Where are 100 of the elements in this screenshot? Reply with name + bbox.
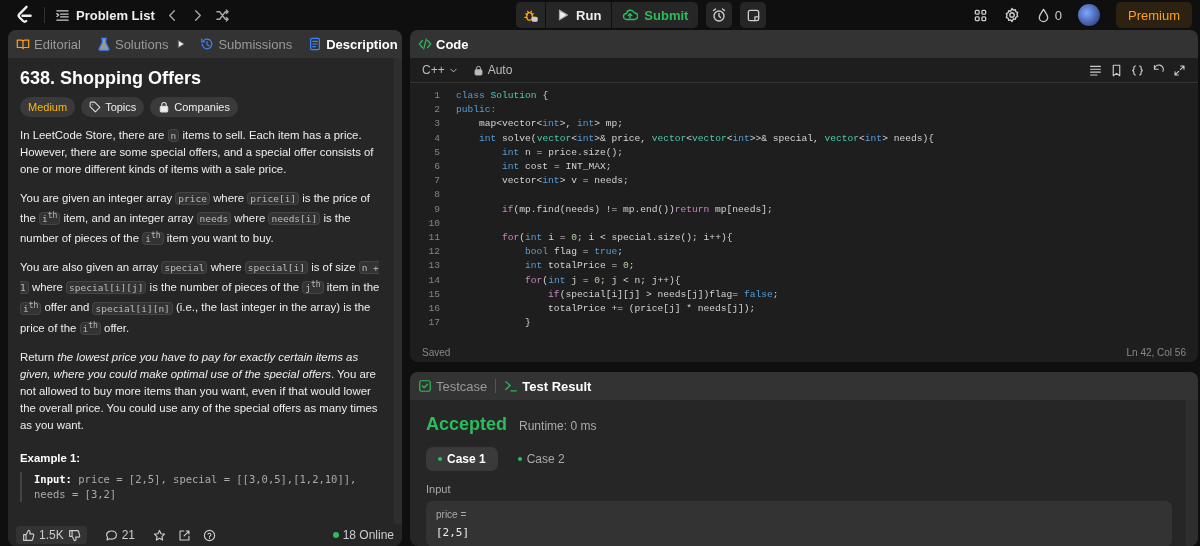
flask-icon bbox=[96, 37, 111, 51]
tab[interactable]: Editorial bbox=[14, 34, 83, 54]
line-number: 8 bbox=[433, 188, 440, 203]
case-tab[interactable]: Case 2 bbox=[505, 447, 577, 471]
line-number: 13 bbox=[427, 259, 440, 274]
history-icon bbox=[200, 37, 215, 51]
problem-title: 638. Shopping Offers bbox=[20, 68, 203, 89]
terminal-icon bbox=[504, 379, 519, 393]
comment-icon[interactable] bbox=[104, 528, 118, 542]
premium-button[interactable]: Premium bbox=[1116, 2, 1192, 28]
input-label: Input bbox=[426, 483, 452, 495]
thumbs-down-icon[interactable] bbox=[67, 528, 81, 542]
code-line: int n = price.size(); bbox=[501, 145, 623, 160]
tab[interactable]: Solutions bbox=[94, 34, 171, 54]
debug-button[interactable] bbox=[516, 2, 546, 28]
line-number: 15 bbox=[427, 287, 440, 302]
code-line: for(int j = 0; j < n; j++){ bbox=[524, 273, 681, 288]
notes-button[interactable] bbox=[740, 2, 767, 28]
code-line: class Solution { bbox=[455, 89, 549, 103]
share-icon[interactable] bbox=[178, 528, 192, 542]
tab[interactable]: Testcase bbox=[416, 376, 490, 396]
bookmark-icon[interactable] bbox=[1110, 63, 1123, 77]
code-line: int cost = INT_MAX; bbox=[501, 160, 612, 174]
line-number: 10 bbox=[427, 216, 440, 231]
autocomplete-mode: Auto bbox=[487, 63, 513, 77]
settings-icon[interactable] bbox=[1003, 7, 1020, 23]
line-number: 9 bbox=[433, 202, 440, 217]
play-icon[interactable] bbox=[176, 39, 187, 49]
code-line: totalPrice += (price[j] * needs[j]); bbox=[547, 302, 756, 317]
line-number: 17 bbox=[427, 316, 440, 331]
description-paragraph: You are also given an array special where special[i] is of size n + 1 where special[i][j] is the number of pieces of the j$^{th}$ item in the i$^{th}$ offer and special[i][n] (i.e., the last integer in the array) is the price of the i$^{th}$ offer. bbox=[20, 260, 380, 337]
line-number: 6 bbox=[433, 160, 440, 174]
code-line: int solve(vector<int>& price, vector<vector<int>>& special, vector<int> needs){ bbox=[478, 131, 934, 146]
tab[interactable]: Test Result bbox=[502, 376, 594, 396]
format-icon[interactable] bbox=[1089, 63, 1102, 77]
braces-icon[interactable] bbox=[1131, 63, 1144, 77]
problem-list-link[interactable]: Problem List bbox=[55, 7, 155, 23]
description-paragraph: Return the lowest price you have to pay for exactly certain items as given, where you could make optimal use of the special offers. You are not allowed to buy more items than you want, even if that would lower the overall price. You could use any of the special offers as many times as you want. bbox=[20, 349, 379, 433]
tab[interactable]: Submissions bbox=[198, 34, 295, 54]
description-paragraph: In LeetCode Store, there are n items to sell. Each item has a price. However, there are some special offers, and a special offer consists of one or more different kinds of items with a sale price. bbox=[20, 128, 375, 177]
line-number: 2 bbox=[433, 103, 440, 118]
example-title: Example 1: bbox=[20, 451, 82, 464]
code-line: for(int i = 0; i < special.size(); i++){ bbox=[501, 231, 733, 246]
avatar[interactable] bbox=[1078, 4, 1100, 26]
code-line: int totalPrice = 0; bbox=[524, 259, 635, 274]
run-button[interactable]: Run bbox=[546, 2, 612, 28]
language-dropdown[interactable]: C++ bbox=[422, 63, 459, 77]
help-icon[interactable] bbox=[203, 528, 217, 542]
code-line: bool flag = true; bbox=[524, 245, 623, 260]
online-count: 18 Online bbox=[342, 528, 394, 542]
description-paragraph: You are given an integer array price where price[i] is the price of the i$^{th}$ item, and an integer array needs where needs[i] is the number of pieces of the i$^{th}$ item you want to buy. bbox=[20, 191, 371, 248]
submit-button[interactable]: Submit bbox=[612, 2, 699, 28]
note-icon bbox=[745, 7, 761, 23]
code-line: public: bbox=[455, 103, 497, 118]
line-number: 1 bbox=[433, 89, 440, 103]
book-icon bbox=[16, 37, 30, 51]
code-line: } bbox=[524, 316, 531, 331]
code-icon bbox=[418, 37, 432, 51]
timer-button[interactable] bbox=[706, 2, 733, 28]
code-line: if(special[i][j] > needs[j])flag= false; bbox=[547, 287, 779, 302]
code-line: map<vector<int>, int> mp; bbox=[478, 117, 623, 132]
code-line: if(mp.find(needs) != mp.end())return mp[needs]; bbox=[501, 202, 773, 217]
play-icon bbox=[556, 8, 571, 22]
line-number: 3 bbox=[433, 117, 440, 132]
grid-icon[interactable] bbox=[972, 7, 988, 23]
line-number: 4 bbox=[433, 131, 440, 146]
checkbox-icon bbox=[418, 379, 432, 393]
code-line: vector<int> v = needs; bbox=[501, 174, 629, 189]
document-icon bbox=[308, 37, 323, 51]
companies-button[interactable]: Companies bbox=[150, 97, 238, 117]
line-number: 14 bbox=[427, 273, 440, 288]
lock-icon bbox=[158, 101, 171, 113]
verdict-status: Accepted bbox=[426, 414, 508, 435]
cursor-position: Ln 42, Col 56 bbox=[1126, 346, 1186, 358]
like-count: 1.5K bbox=[39, 528, 64, 542]
streak-count: 0 bbox=[1054, 7, 1062, 23]
tab[interactable]: Description bbox=[306, 34, 400, 54]
shuffle-icon[interactable] bbox=[214, 7, 230, 23]
list-icon bbox=[55, 7, 70, 23]
upload-cloud-icon bbox=[622, 7, 639, 23]
save-status: Saved bbox=[422, 346, 451, 358]
case-tab[interactable]: Case 1 bbox=[426, 447, 498, 471]
line-number: 16 bbox=[427, 302, 440, 317]
star-icon[interactable] bbox=[153, 528, 167, 542]
panel-title: Code bbox=[436, 36, 469, 52]
parameter-name: price = bbox=[436, 509, 468, 520]
difficulty-badge: Medium bbox=[20, 97, 76, 117]
line-number: 7 bbox=[433, 174, 440, 189]
alarm-clock-icon bbox=[711, 7, 728, 23]
comment-count: 21 bbox=[121, 528, 136, 542]
runtime-label: Runtime: 0 ms bbox=[519, 419, 597, 433]
topics-button[interactable]: Topics bbox=[81, 97, 145, 117]
parameter-value: [2,5] bbox=[436, 526, 471, 539]
expand-icon[interactable] bbox=[1173, 63, 1186, 77]
line-number: 11 bbox=[427, 231, 440, 246]
thumbs-up-icon[interactable] bbox=[22, 528, 35, 542]
tag-icon bbox=[89, 101, 102, 113]
line-number: 5 bbox=[433, 145, 440, 160]
lock-icon bbox=[472, 64, 484, 76]
line-number: 12 bbox=[427, 245, 440, 260]
